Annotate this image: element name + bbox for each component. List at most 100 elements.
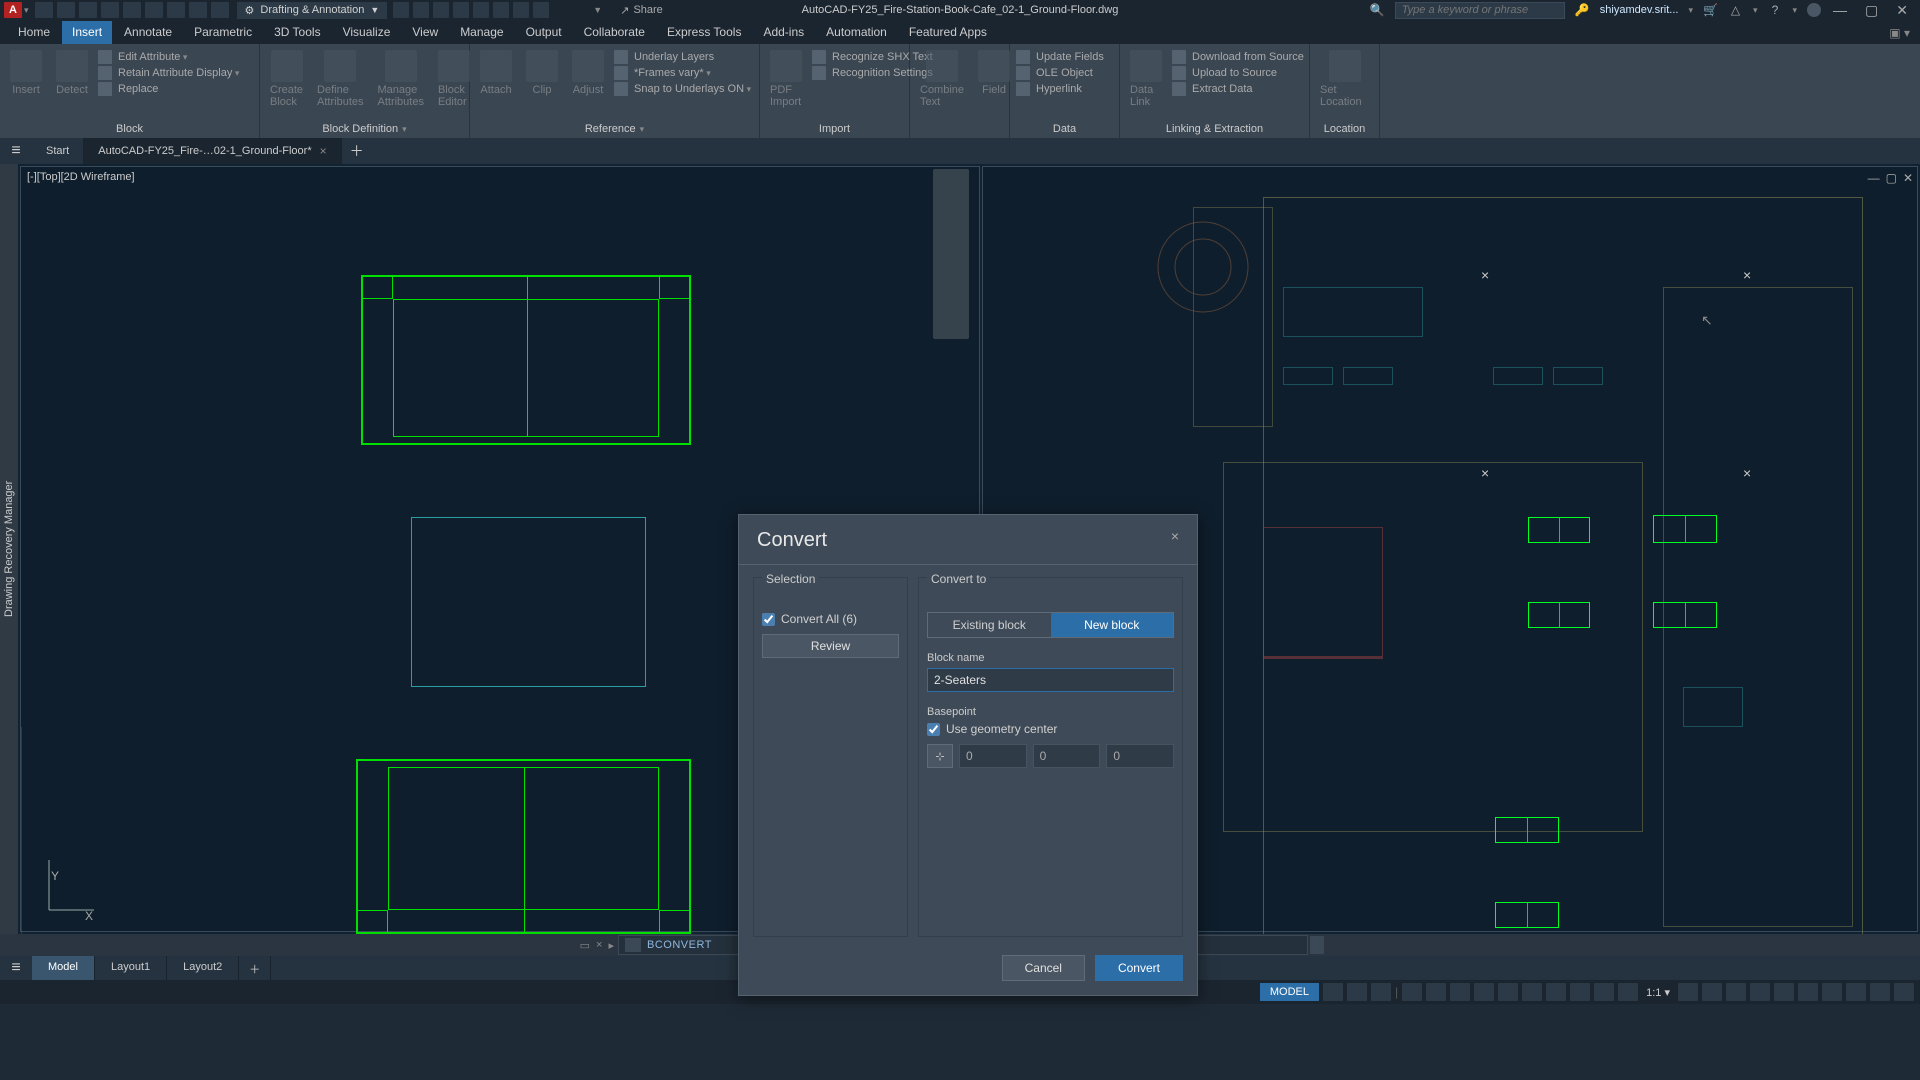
data-link-button[interactable]: Data Link [1124,48,1168,110]
status-model-button[interactable]: MODEL [1260,983,1319,1001]
download-source-button[interactable]: Download from Source [1172,50,1304,64]
status-units-icon[interactable] [1750,983,1770,1001]
close-icon[interactable]: ✕ [1896,2,1908,19]
ws-icon-6[interactable] [493,2,509,18]
viewport-close-icon[interactable]: ✕ [1903,171,1913,185]
status-monitor-icon[interactable] [1726,983,1746,1001]
retain-attr-display-button[interactable]: Retain Attribute Display [98,66,239,80]
clip-button[interactable]: Clip [520,48,564,98]
ole-object-button[interactable]: OLE Object [1016,66,1104,80]
tab-expresstools[interactable]: Express Tools [657,21,751,44]
insert-block-button[interactable]: Insert [4,48,48,98]
qat-open-icon[interactable] [57,2,75,18]
ribbon-grip-icon[interactable]: ▣ ▾ [1879,22,1920,44]
panel-title-blockdef[interactable]: Block Definition [264,120,465,138]
cart-icon[interactable]: 🛒 [1703,3,1718,18]
layout-tab-layout2[interactable]: Layout2 [167,956,239,980]
coord-z[interactable]: 0 [1106,744,1174,768]
qat-new-icon[interactable] [35,2,53,18]
status-transp-icon[interactable] [1570,983,1590,1001]
status-3dosnap-icon[interactable] [1498,983,1518,1001]
extract-data-button[interactable]: Extract Data [1172,82,1304,96]
viewport-label[interactable]: [-][Top][2D Wireframe] [27,171,135,183]
status-gear-icon[interactable] [1678,983,1698,1001]
use-geometry-center-checkbox[interactable]: Use geometry center [927,722,1174,736]
help-icon[interactable]: ? [1768,3,1783,18]
minimize-icon[interactable]: — [1833,2,1847,19]
app-icon[interactable]: A [4,2,22,18]
attach-button[interactable]: Attach [474,48,518,98]
existing-block-tab[interactable]: Existing block [928,613,1051,637]
drawing-recovery-panel[interactable]: Drawing Recovery Manager [0,164,18,934]
file-tab-doc[interactable]: AutoCAD-FY25_Fire-…02-1_Ground-Floor* × [84,138,341,164]
cmd-close-icon[interactable]: × [596,939,602,951]
adjust-button[interactable]: Adjust [566,48,610,98]
share-button[interactable]: ↗ Share [620,4,663,17]
convert-all-checkbox[interactable]: Convert All (6) [762,612,899,626]
seat-pair-4[interactable] [1495,902,1559,928]
status-lwt-icon[interactable] [1546,983,1566,1001]
new-tab-button[interactable]: ＋ [342,138,372,164]
viewcube[interactable] [933,169,969,339]
tab-visualize[interactable]: Visualize [333,21,401,44]
viewport-minimize-icon[interactable]: — [1868,171,1880,185]
status-hw-icon[interactable] [1846,983,1866,1001]
viewport-maximize-icon[interactable]: ▢ [1886,171,1897,185]
coord-x[interactable]: 0 [959,744,1027,768]
tab-annotate[interactable]: Annotate [114,21,182,44]
ws-icon-3[interactable] [433,2,449,18]
set-location-button[interactable]: Set Location [1314,48,1375,110]
tab-home[interactable]: Home [8,21,60,44]
cancel-button[interactable]: Cancel [1002,955,1085,981]
qat-save-icon[interactable] [79,2,97,18]
tab-manage[interactable]: Manage [450,21,513,44]
close-tab-icon[interactable]: × [320,144,327,158]
layout-tab-layout1[interactable]: Layout1 [95,956,167,980]
tab-automation[interactable]: Automation [816,21,897,44]
tab-output[interactable]: Output [516,21,572,44]
signin-icon[interactable]: 🔑 [1575,3,1590,18]
status-custom-icon[interactable] [1894,983,1914,1001]
status-clean-icon[interactable] [1870,983,1890,1001]
combine-text-button[interactable]: Combine Text [914,48,970,110]
qat-plot-icon[interactable] [167,2,185,18]
hyperlink-button[interactable]: Hyperlink [1016,82,1104,96]
tab-addins[interactable]: Add-ins [753,21,814,44]
status-ws-icon[interactable] [1702,983,1722,1001]
layout-menu-icon[interactable]: ≡ [0,956,32,980]
tab-insert[interactable]: Insert [62,21,112,44]
workspace-selector[interactable]: ⚙ Drafting & Annotation ▼ [237,2,388,19]
block-editor-button[interactable]: Block Editor [432,48,476,110]
ws-icon-7[interactable] [513,2,529,18]
status-otrack-icon[interactable] [1522,983,1542,1001]
tab-parametric[interactable]: Parametric [184,21,262,44]
sofa-top[interactable] [361,275,691,445]
status-qprop-icon[interactable] [1774,983,1794,1001]
detect-button[interactable]: Detect [50,48,94,98]
tab-view[interactable]: View [402,21,448,44]
ws-icon-2[interactable] [413,2,429,18]
user-label[interactable]: shiyamdev.srit... [1600,4,1679,16]
upload-source-button[interactable]: Upload to Source [1172,66,1304,80]
panel-title-reference[interactable]: Reference [474,120,755,138]
new-block-tab[interactable]: New block [1051,613,1174,637]
seat-pair-3[interactable] [1495,817,1559,843]
layout-tab-model[interactable]: Model [32,956,95,980]
seat-pair-1b[interactable] [1653,515,1717,543]
review-button[interactable]: Review [762,634,899,658]
autodesk-app-icon[interactable]: △ [1728,3,1743,18]
status-iso-icon[interactable] [1450,983,1470,1001]
convert-button[interactable]: Convert [1095,955,1183,981]
coord-y[interactable]: 0 [1033,744,1101,768]
cmd-chevron-icon[interactable]: ▸ [608,939,614,952]
pick-point-button[interactable]: ⊹ [927,744,953,768]
status-snap-icon[interactable] [1347,983,1367,1001]
cmd-expand-icon[interactable] [1310,936,1324,954]
block-name-input[interactable] [927,668,1174,692]
manage-attributes-button[interactable]: Manage Attributes [372,48,430,110]
search-icon[interactable]: 🔍 [1370,3,1385,18]
status-polar-icon[interactable] [1426,983,1446,1001]
cmd-history-icon[interactable]: ▭ [580,939,590,952]
qat-saveas-icon[interactable] [101,2,119,18]
status-annoscale-icon[interactable] [1618,983,1638,1001]
